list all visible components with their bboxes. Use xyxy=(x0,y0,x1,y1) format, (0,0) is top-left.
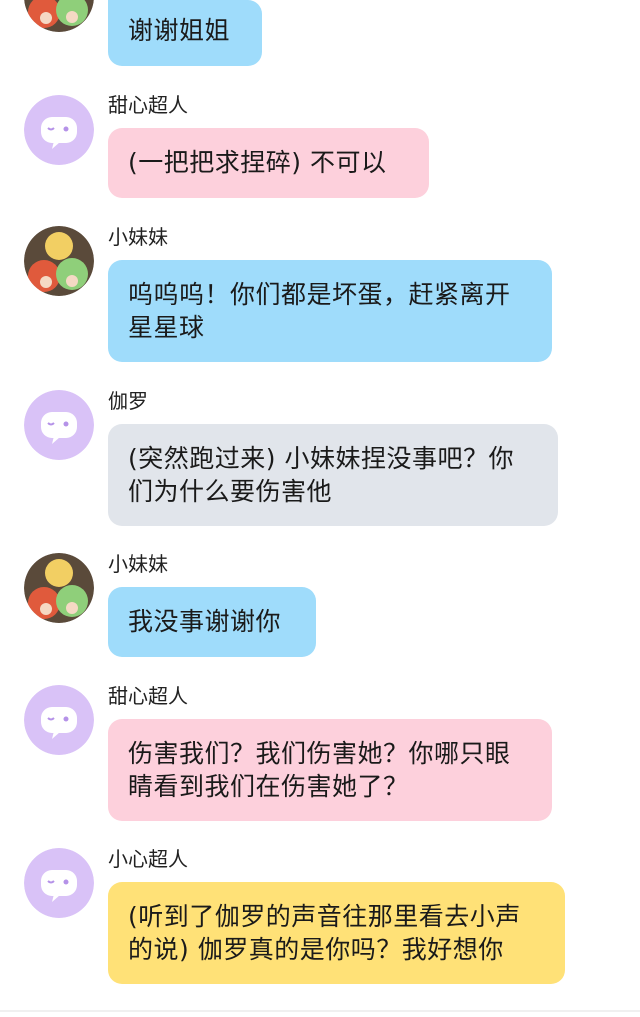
divider xyxy=(0,1010,640,1012)
message-text: 我没事谢谢你 xyxy=(128,607,282,636)
message-bubble[interactable]: (听到了伽罗的声音往那里看去小声的说) 伽罗真的是你吗？我好想你 xyxy=(108,882,565,984)
purple-face-avatar-icon xyxy=(24,95,94,165)
purple-face-avatar-icon xyxy=(24,848,94,918)
anime-group-avatar[interactable] xyxy=(24,553,94,623)
message-text: 谢谢姐姐 xyxy=(128,16,231,45)
sender-name: 甜心超人 xyxy=(108,684,188,708)
message-text: (一把把求捏碎) 不可以 xyxy=(128,148,387,177)
anime-group-avatar[interactable] xyxy=(24,0,94,32)
purple-face-avatar[interactable] xyxy=(24,685,94,755)
purple-face-avatar[interactable] xyxy=(24,390,94,460)
message-bubble[interactable]: 我没事谢谢你 xyxy=(108,587,316,657)
purple-face-avatar[interactable] xyxy=(24,95,94,165)
message-text: 呜呜呜！你们都是坏蛋，赶紧离开星星球 xyxy=(128,280,511,342)
anime-group-avatar-icon xyxy=(24,226,94,296)
message-text: (听到了伽罗的声音往那里看去小声的说) 伽罗真的是你吗？我好想你 xyxy=(128,902,521,964)
purple-face-avatar-icon xyxy=(24,685,94,755)
sender-name: 甜心超人 xyxy=(108,93,188,117)
message-bubble[interactable]: (一把把求捏碎) 不可以 xyxy=(108,128,429,198)
message-text: (突然跑过来) 小妹妹捏没事吧？你们为什么要伤害他 xyxy=(128,444,514,506)
message-text: 伤害我们？我们伤害她？你哪只眼睛看到我们在伤害她了？ xyxy=(128,739,511,801)
message-bubble[interactable]: 呜呜呜！你们都是坏蛋，赶紧离开星星球 xyxy=(108,260,552,362)
message-bubble[interactable]: (突然跑过来) 小妹妹捏没事吧？你们为什么要伤害他 xyxy=(108,424,558,526)
anime-group-avatar[interactable] xyxy=(24,226,94,296)
sender-name: 小心超人 xyxy=(108,847,188,871)
chat-conversation: 谢谢姐姐 甜心超人 (一把把求捏碎) 不可以 小妹妹 呜呜呜！你们都是坏蛋，赶紧… xyxy=(0,0,640,1017)
sender-name: 小妹妹 xyxy=(108,225,168,249)
anime-group-avatar-icon xyxy=(24,0,94,32)
message-bubble[interactable]: 谢谢姐姐 xyxy=(108,0,262,66)
purple-face-avatar[interactable] xyxy=(24,848,94,918)
sender-name: 伽罗 xyxy=(108,389,148,413)
anime-group-avatar-icon xyxy=(24,553,94,623)
message-bubble[interactable]: 伤害我们？我们伤害她？你哪只眼睛看到我们在伤害她了？ xyxy=(108,719,552,821)
purple-face-avatar-icon xyxy=(24,390,94,460)
sender-name: 小妹妹 xyxy=(108,552,168,576)
